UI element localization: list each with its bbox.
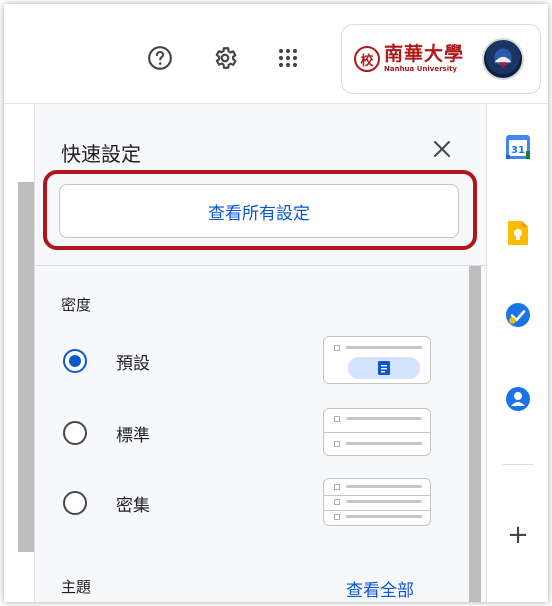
theme-label: 主題 [61, 578, 92, 596]
view-all-themes-link[interactable]: 查看全部 [346, 576, 414, 601]
density-preview-comfortable [323, 408, 431, 456]
logo-english-name: Nanhua University [384, 65, 457, 73]
radio-compact[interactable] [63, 491, 87, 515]
university-logo: 南華大學 Nanhua University [384, 45, 464, 73]
side-panel: 31 + [486, 104, 548, 602]
panel-scrollbar[interactable] [469, 266, 481, 602]
left-content-strip [4, 104, 34, 602]
apps-grid-icon[interactable] [272, 42, 304, 74]
tasks-icon[interactable] [505, 302, 531, 328]
density-option-label: 密集 [116, 496, 150, 516]
avatar[interactable] [482, 38, 525, 80]
logo-chinese-name: 南華大學 [384, 43, 465, 65]
quick-settings-header: 快速設定 查看所有設定 [35, 104, 487, 266]
left-scrollbar[interactable] [18, 182, 34, 552]
calendar-icon[interactable]: 31 [505, 134, 531, 160]
quick-settings-panel: 快速設定 查看所有設定 密度 預設 標準 密集 主題 查看全部 [34, 104, 487, 602]
calendar-date: 31 [511, 145, 525, 156]
keep-icon[interactable] [505, 220, 531, 246]
gear-icon[interactable] [209, 42, 241, 74]
density-label: 密度 [61, 296, 92, 314]
account-switcher[interactable]: 校 南華大學 Nanhua University [341, 24, 541, 94]
radio-comfortable[interactable] [63, 421, 87, 445]
density-option-compact[interactable]: 密集 [61, 478, 461, 528]
radio-default[interactable] [63, 349, 87, 373]
close-icon [434, 141, 450, 157]
density-preview-default [323, 336, 431, 384]
close-button[interactable] [427, 134, 457, 164]
density-option-label: 預設 [116, 354, 150, 374]
doc-icon [378, 361, 390, 375]
density-option-comfortable[interactable]: 標準 [61, 408, 461, 458]
see-all-settings-button[interactable]: 查看所有設定 [59, 184, 459, 238]
density-option-label: 標準 [116, 426, 150, 446]
density-preview-compact [323, 478, 431, 526]
panel-title: 快速設定 [61, 142, 141, 166]
top-bar: 校 南華大學 Nanhua University [4, 4, 548, 104]
contacts-icon[interactable] [505, 386, 531, 412]
attachment-chip [348, 357, 420, 379]
side-panel-divider [503, 464, 533, 465]
help-icon[interactable] [144, 42, 176, 74]
university-seal-icon: 校 [354, 46, 380, 72]
app-frame: 校 南華大學 Nanhua University 快速設定 查看所有設定 密度 … [4, 4, 548, 602]
add-addon-button[interactable]: + [505, 522, 531, 548]
density-option-default[interactable]: 預設 [61, 336, 461, 386]
